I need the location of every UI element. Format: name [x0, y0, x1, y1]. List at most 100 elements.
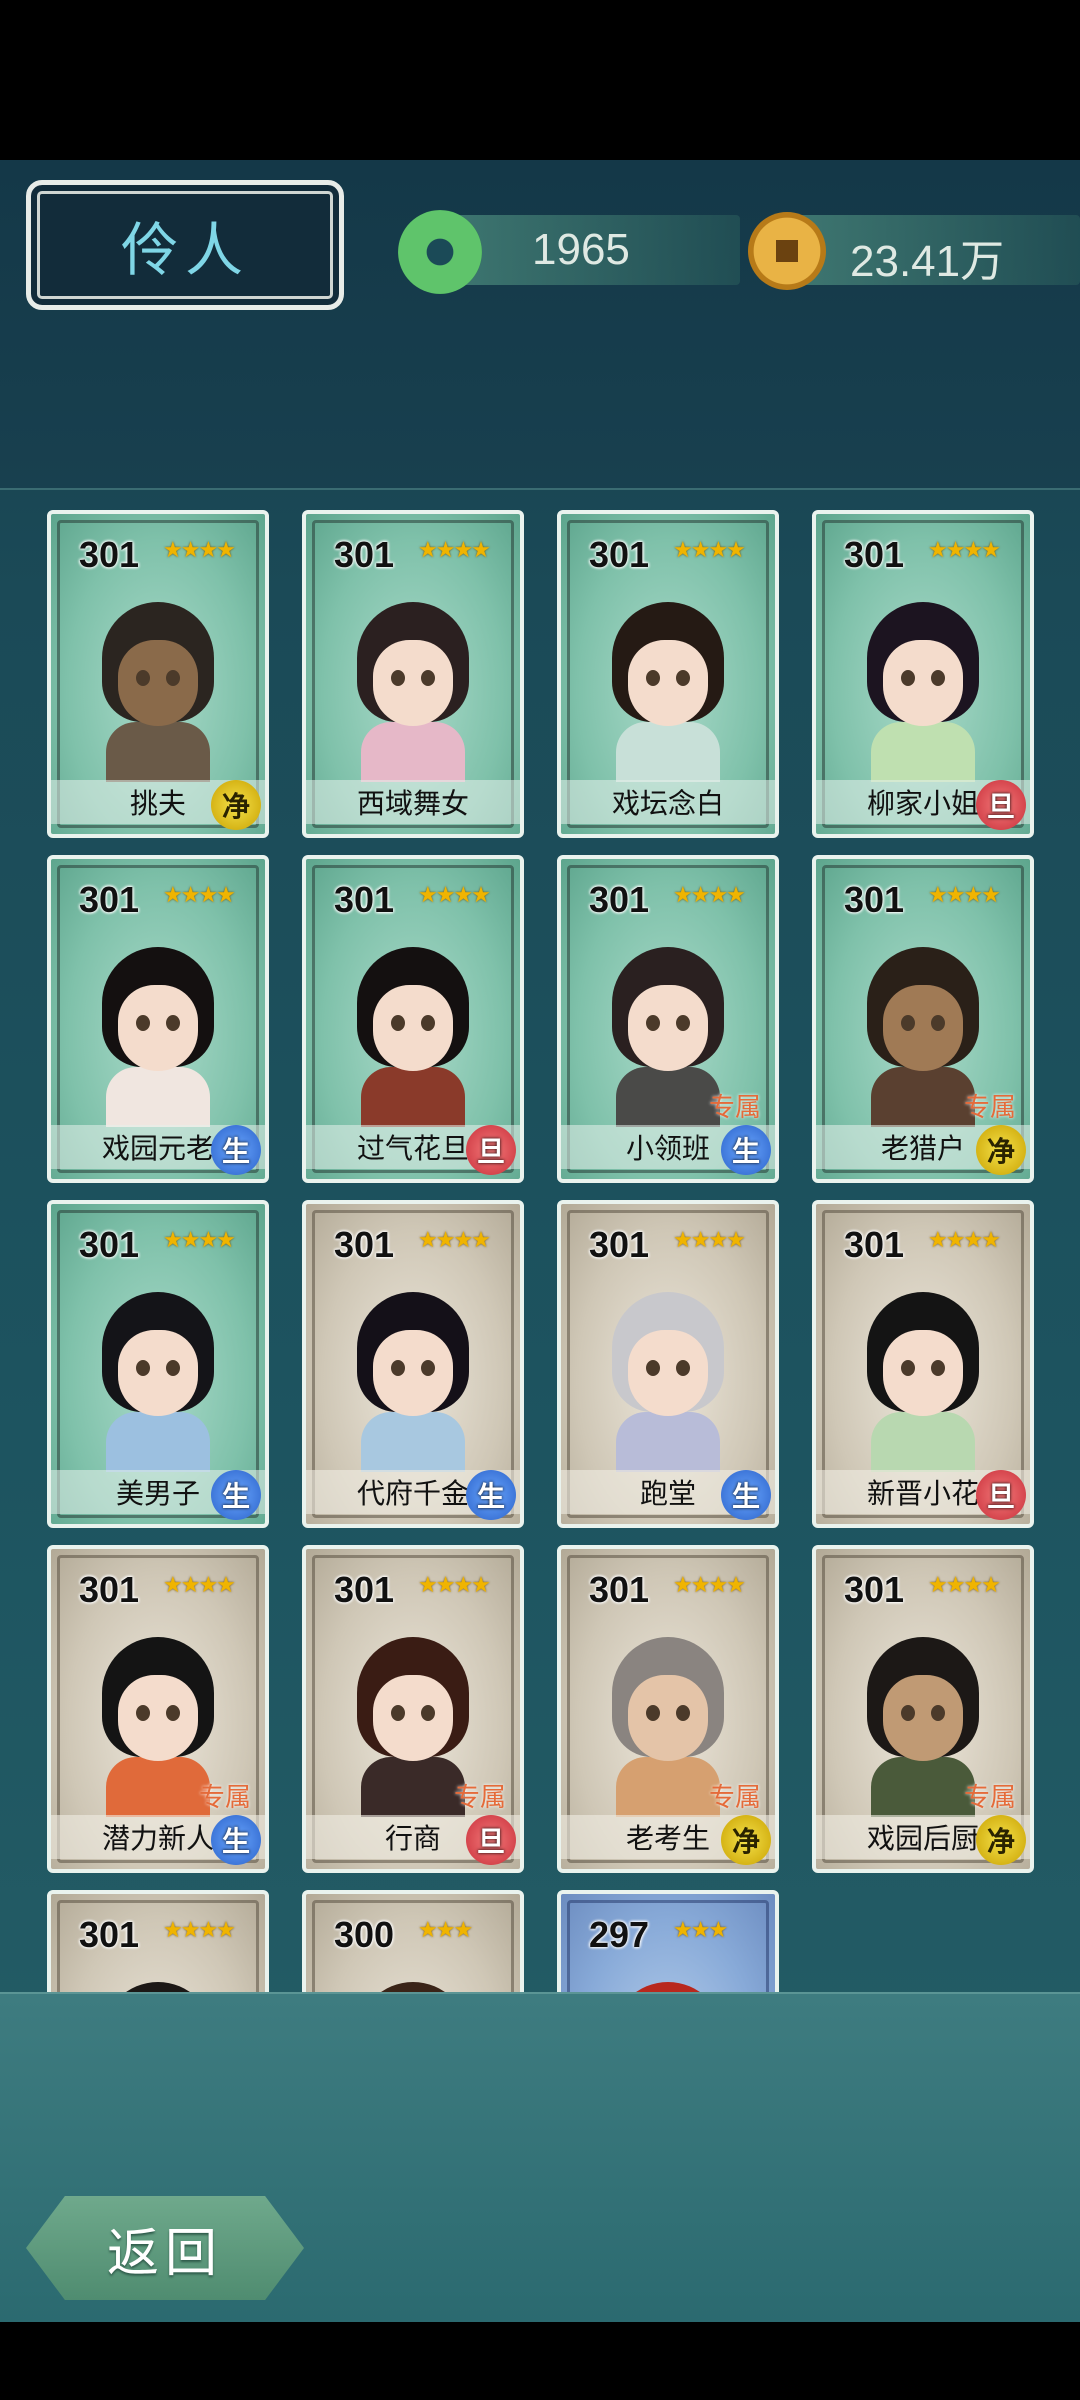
- performer-card[interactable]: 301 ★★★★ 专属 戏园后厨净: [812, 1545, 1034, 1873]
- back-button-label: 返回: [106, 2223, 223, 2284]
- character-portrait: [88, 1972, 228, 1992]
- card-level: 301: [589, 879, 650, 920]
- character-portrait: [343, 937, 483, 1127]
- card-level: 301: [79, 534, 140, 575]
- card-name: 戏坛念白: [561, 780, 775, 824]
- performer-card[interactable]: 301 ★★★★ 过气花旦旦: [302, 855, 524, 1183]
- performer-card[interactable]: 301 ★★★★ 挑夫净: [47, 510, 269, 838]
- exclusive-tag: 专属: [963, 1783, 1016, 1813]
- card-level: 301: [844, 1224, 905, 1265]
- star-rating: ★★★★: [928, 883, 1001, 908]
- character-portrait: [853, 1282, 993, 1472]
- performer-card[interactable]: 301 ★★★★: [47, 1890, 269, 1992]
- performer-card-grid: 301 ★★★★ 挑夫净 301 ★★★★ 西域舞女 301 ★★★★ 戏坛念白 301 ★★★★ 柳…: [0, 500, 1080, 1992]
- character-portrait: [598, 1282, 738, 1472]
- page-title-plate: 伶人: [26, 180, 344, 310]
- performer-card[interactable]: 301 ★★★★ 新晋小花旦: [812, 1200, 1034, 1528]
- performer-card[interactable]: 297 ★★★: [557, 1890, 779, 1992]
- star-rating: ★★★★: [163, 883, 236, 908]
- role-badge: 净: [211, 780, 261, 830]
- role-badge: 净: [976, 1125, 1026, 1175]
- character-portrait: [598, 592, 738, 782]
- exclusive-tag: 专属: [198, 1783, 251, 1813]
- character-portrait: [343, 592, 483, 782]
- star-rating: ★★★★: [163, 1228, 236, 1253]
- card-name: 西域舞女: [306, 780, 520, 824]
- character-portrait: [853, 592, 993, 782]
- copper-coin-icon: [748, 212, 826, 290]
- card-level: 301: [79, 1914, 140, 1955]
- card-level: 301: [334, 1569, 395, 1610]
- card-level: 301: [589, 1224, 650, 1265]
- card-level: 301: [334, 879, 395, 920]
- card-level: 301: [589, 1569, 650, 1610]
- performer-card[interactable]: 301 ★★★★ 代府千金生: [302, 1200, 524, 1528]
- card-level: 301: [79, 879, 140, 920]
- star-rating: ★★★★: [673, 538, 746, 563]
- card-level: 300: [334, 1914, 395, 1955]
- performer-card[interactable]: 301 ★★★★ 专属 行商旦: [302, 1545, 524, 1873]
- role-badge: 旦: [466, 1125, 516, 1175]
- performer-card[interactable]: 301 ★★★★ 专属 潜力新人生: [47, 1545, 269, 1873]
- page-title: 伶人: [120, 216, 249, 284]
- exclusive-tag: 专属: [708, 1093, 761, 1123]
- back-button[interactable]: 返回: [26, 2196, 304, 2300]
- star-rating: ★★★★: [928, 1228, 1001, 1253]
- exclusive-tag: 专属: [708, 1783, 761, 1813]
- performer-card[interactable]: 301 ★★★★ 戏坛念白: [557, 510, 779, 838]
- star-rating: ★★★: [673, 1918, 728, 1943]
- role-badge: 旦: [976, 1470, 1026, 1520]
- card-level: 301: [844, 879, 905, 920]
- star-rating: ★★★★: [418, 1573, 491, 1598]
- performer-card[interactable]: 301 ★★★★ 美男子生: [47, 1200, 269, 1528]
- star-rating: ★★★★: [163, 538, 236, 563]
- character-portrait: [88, 1282, 228, 1472]
- exclusive-tag: 专属: [963, 1093, 1016, 1123]
- role-badge: 生: [211, 1125, 261, 1175]
- role-badge: 净: [976, 1815, 1026, 1865]
- star-rating: ★★★★: [928, 1573, 1001, 1598]
- character-portrait: [598, 1972, 738, 1992]
- card-level: 301: [79, 1224, 140, 1265]
- role-badge: 生: [721, 1125, 771, 1175]
- star-rating: ★★★★: [163, 1918, 236, 1943]
- card-level: 297: [589, 1914, 650, 1955]
- performer-card[interactable]: 300 ★★★: [302, 1890, 524, 1992]
- star-rating: ★★★★: [418, 883, 491, 908]
- card-level: 301: [334, 534, 395, 575]
- star-rating: ★★★★: [673, 1228, 746, 1253]
- role-badge: 生: [721, 1470, 771, 1520]
- star-rating: ★★★★: [418, 1228, 491, 1253]
- star-rating: ★★★★: [163, 1573, 236, 1598]
- performer-card[interactable]: 301 ★★★★ 专属 小领班生: [557, 855, 779, 1183]
- performer-card[interactable]: 301 ★★★★ 专属 老考生净: [557, 1545, 779, 1873]
- coin-amount: 23.41万: [850, 237, 1005, 286]
- star-rating: ★★★★: [673, 1573, 746, 1598]
- star-rating: ★★★: [418, 1918, 473, 1943]
- card-level: 301: [844, 534, 905, 575]
- role-badge: 生: [211, 1470, 261, 1520]
- role-badge: 生: [466, 1470, 516, 1520]
- card-level: 301: [79, 1569, 140, 1610]
- star-rating: ★★★★: [928, 538, 1001, 563]
- header-divider: [0, 488, 1080, 490]
- star-rating: ★★★★: [418, 538, 491, 563]
- character-portrait: [343, 1282, 483, 1472]
- character-portrait: [88, 937, 228, 1127]
- character-portrait: [343, 1972, 483, 1992]
- card-level: 301: [334, 1224, 395, 1265]
- star-rating: ★★★★: [673, 883, 746, 908]
- exclusive-tag: 专属: [453, 1783, 506, 1813]
- card-level: 301: [844, 1569, 905, 1610]
- role-badge: 旦: [976, 780, 1026, 830]
- performer-card[interactable]: 301 ★★★★ 戏园元老生: [47, 855, 269, 1183]
- role-badge: 净: [721, 1815, 771, 1865]
- card-level: 301: [589, 534, 650, 575]
- performer-card[interactable]: 301 ★★★★ 西域舞女: [302, 510, 524, 838]
- character-portrait: [88, 592, 228, 782]
- performer-card[interactable]: 301 ★★★★ 跑堂生: [557, 1200, 779, 1528]
- performer-card[interactable]: 301 ★★★★ 专属 老猎户净: [812, 855, 1034, 1183]
- performer-card[interactable]: 301 ★★★★ 柳家小姐旦: [812, 510, 1034, 838]
- jade-amount: 1965: [532, 225, 630, 274]
- jade-icon: [398, 210, 482, 294]
